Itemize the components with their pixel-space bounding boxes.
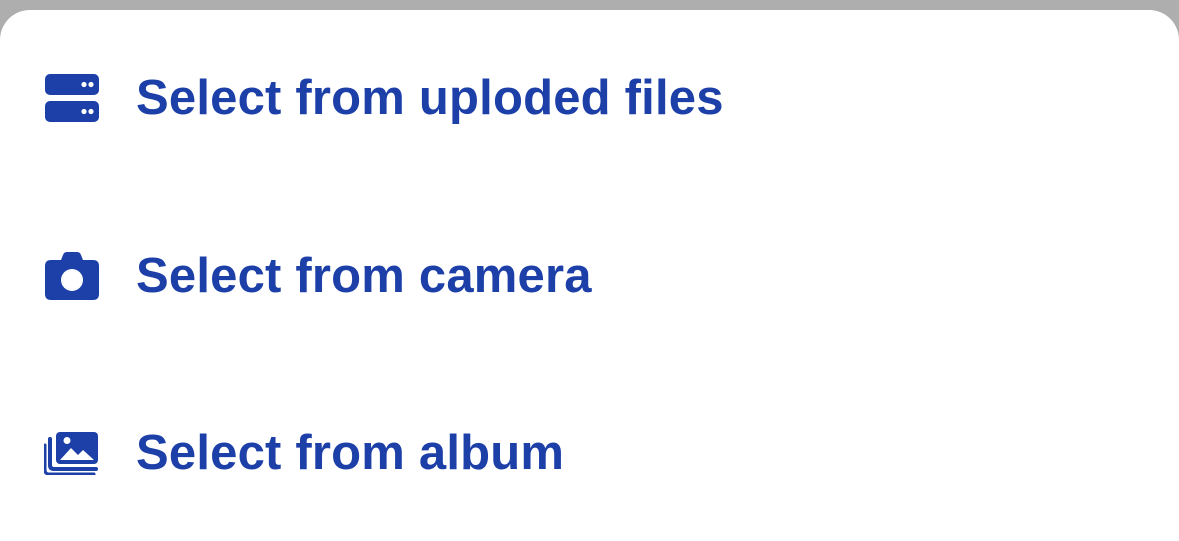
photo-album-icon bbox=[44, 428, 100, 478]
server-icon bbox=[44, 73, 100, 123]
option-label: Select from camera bbox=[136, 249, 592, 303]
select-uploaded-files-option[interactable]: Select from uploded files bbox=[0, 38, 1179, 158]
select-album-option[interactable]: Select from album bbox=[0, 393, 1179, 513]
option-label: Select from album bbox=[136, 426, 565, 480]
option-label: Select from uploded files bbox=[136, 71, 724, 125]
select-camera-option[interactable]: Select from camera bbox=[0, 216, 1179, 336]
camera-icon bbox=[44, 251, 100, 301]
action-sheet: Select from uploded files Select from ca… bbox=[0, 10, 1179, 541]
